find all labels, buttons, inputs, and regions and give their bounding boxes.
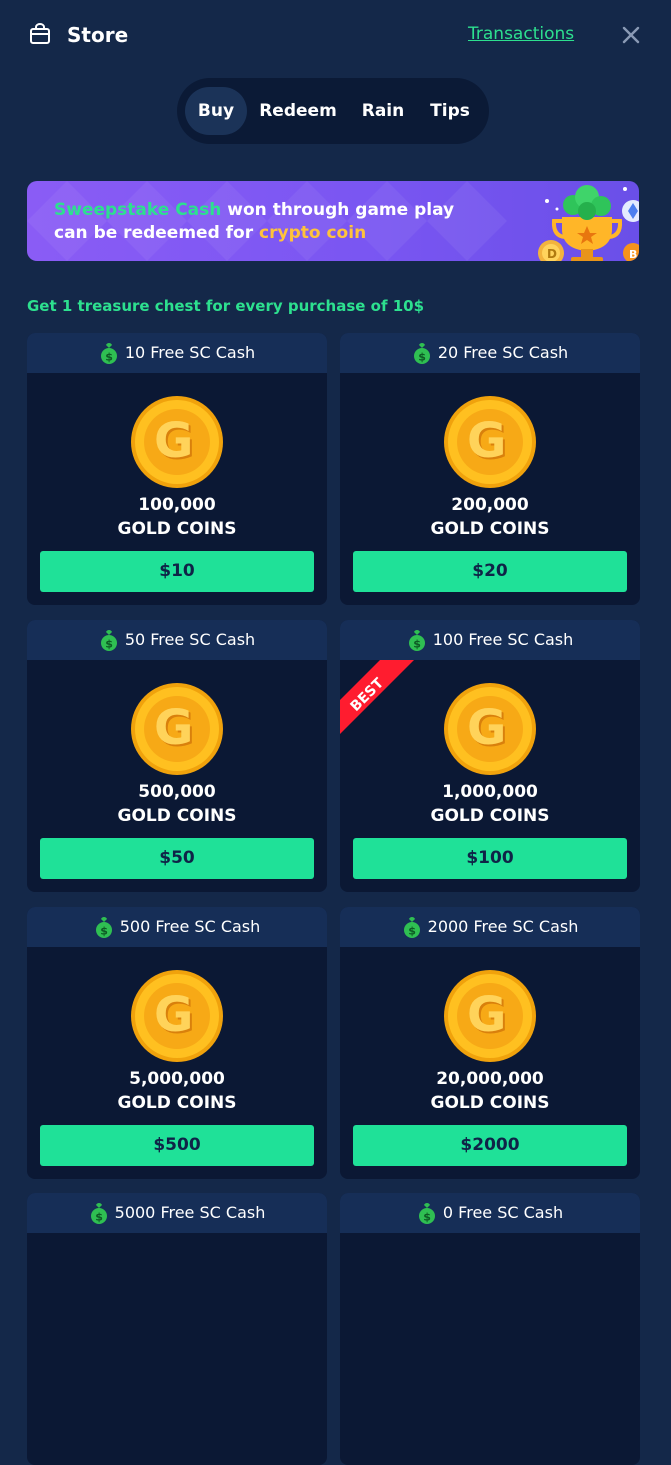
tab-redeem[interactable]: Redeem bbox=[253, 87, 343, 135]
package-coin-amount: 200,000 bbox=[451, 495, 529, 515]
package-coin-unit: GOLD COINS bbox=[117, 806, 237, 826]
package-coin-amount: 20,000,000 bbox=[436, 1069, 544, 1089]
svg-text:$: $ bbox=[105, 638, 113, 651]
tab-rain[interactable]: Rain bbox=[353, 87, 413, 135]
package-card: $500 Free SC Cash G G 5,000,000 GOLD COINS $5… bbox=[27, 907, 327, 1179]
cash-bag-icon: $ bbox=[418, 1203, 435, 1224]
buy-package-button[interactable]: $20 bbox=[353, 551, 627, 592]
package-coin-unit: GOLD COINS bbox=[430, 806, 550, 826]
banner-text-2: can be redeemed for bbox=[54, 223, 260, 243]
svg-text:B: B bbox=[629, 248, 637, 261]
gold-coin-icon: GG bbox=[444, 683, 536, 775]
cash-bag-icon: $ bbox=[90, 1203, 107, 1224]
promo-banner: Sweepstake Cash won through game play ca… bbox=[27, 181, 639, 261]
close-icon[interactable] bbox=[619, 23, 643, 47]
transactions-link[interactable]: Transactions bbox=[468, 23, 574, 45]
package-card-header: $100 Free SC Cash bbox=[340, 620, 640, 660]
package-card-header: $20 Free SC Cash bbox=[340, 333, 640, 373]
package-card-header: $5000 Free SC Cash bbox=[27, 1193, 327, 1233]
package-card-header: $10 Free SC Cash bbox=[27, 333, 327, 373]
svg-text:$: $ bbox=[418, 351, 426, 364]
store-header: Store Transactions bbox=[0, 0, 671, 70]
svg-text:G: G bbox=[154, 987, 193, 1043]
package-card: $0 Free SC Cash bbox=[340, 1193, 640, 1465]
cash-bag-icon: $ bbox=[95, 917, 112, 938]
tab-tips[interactable]: Tips bbox=[421, 87, 479, 135]
shopping-bag-icon bbox=[30, 23, 50, 44]
package-card: $10 Free SC Cash G G 100,000 GOLD COINS $10 bbox=[27, 333, 327, 605]
package-bonus-label: 500 Free SC Cash bbox=[119, 917, 261, 936]
buy-package-button[interactable]: $100 bbox=[353, 838, 627, 879]
svg-text:$: $ bbox=[95, 1211, 103, 1224]
package-card-header: $50 Free SC Cash bbox=[27, 620, 327, 660]
svg-text:$: $ bbox=[105, 351, 113, 364]
package-coin-unit: GOLD COINS bbox=[117, 1093, 237, 1113]
package-card-header: $0 Free SC Cash bbox=[340, 1193, 640, 1233]
package-bonus-label: 100 Free SC Cash bbox=[432, 630, 574, 649]
gold-coin-icon: GG bbox=[444, 396, 536, 488]
package-coin-amount: 100,000 bbox=[138, 495, 216, 515]
cash-bag-icon: $ bbox=[403, 917, 420, 938]
package-coin-amount: 5,000,000 bbox=[129, 1069, 225, 1089]
package-coin-unit: GOLD COINS bbox=[117, 519, 237, 539]
package-card-header: $500 Free SC Cash bbox=[27, 907, 327, 947]
package-coin-amount: 500,000 bbox=[138, 782, 216, 802]
package-coin-amount: 1,000,000 bbox=[442, 782, 538, 802]
gold-coin-icon: GG bbox=[131, 683, 223, 775]
package-bonus-label: 2000 Free SC Cash bbox=[427, 917, 579, 936]
svg-text:G: G bbox=[467, 700, 506, 756]
gold-coin-icon: GG bbox=[444, 970, 536, 1062]
store-tabs: Buy Redeem Rain Tips bbox=[177, 78, 489, 144]
banner-highlight-sc: Sweepstake Cash bbox=[54, 200, 222, 220]
buy-package-button[interactable]: $10 bbox=[40, 551, 314, 592]
package-coin-unit: GOLD COINS bbox=[430, 1093, 550, 1113]
package-card: $5000 Free SC Cash bbox=[27, 1193, 327, 1465]
package-coin-unit: GOLD COINS bbox=[430, 519, 550, 539]
banner-highlight-crypto: crypto coin bbox=[259, 223, 367, 243]
gold-coin-icon: GG bbox=[131, 970, 223, 1062]
package-card: $2000 Free SC Cash G G 20,000,000 GOLD COINS… bbox=[340, 907, 640, 1179]
svg-text:D: D bbox=[547, 247, 557, 261]
page-title: Store bbox=[67, 23, 129, 47]
svg-text:G: G bbox=[467, 413, 506, 469]
buy-package-button[interactable]: $500 bbox=[40, 1125, 314, 1166]
buy-package-button[interactable]: $50 bbox=[40, 838, 314, 879]
banner-text-1: won through game play bbox=[221, 200, 455, 220]
svg-text:G: G bbox=[467, 987, 506, 1043]
trophy-icon: D B bbox=[538, 185, 639, 261]
package-bonus-label: 50 Free SC Cash bbox=[124, 630, 256, 649]
gold-coin-icon: GG bbox=[131, 396, 223, 488]
banner-text: Sweepstake Cash won through game play ca… bbox=[54, 199, 454, 245]
best-ribbon: BEST bbox=[340, 660, 414, 734]
cash-bag-icon: $ bbox=[408, 630, 425, 651]
package-card: $20 Free SC Cash G G 200,000 GOLD COINS $20 bbox=[340, 333, 640, 605]
svg-text:$: $ bbox=[423, 1211, 431, 1224]
package-card-header: $2000 Free SC Cash bbox=[340, 907, 640, 947]
svg-text:$: $ bbox=[413, 638, 421, 651]
treasure-chest-promo: Get 1 treasure chest for every purchase … bbox=[27, 297, 425, 315]
buy-package-button[interactable]: $2000 bbox=[353, 1125, 627, 1166]
svg-text:G: G bbox=[154, 413, 193, 469]
package-bonus-label: 0 Free SC Cash bbox=[442, 1203, 564, 1222]
package-card: $50 Free SC Cash G G 500,000 GOLD COINS $50 bbox=[27, 620, 327, 892]
cash-bag-icon: $ bbox=[100, 343, 117, 364]
package-card: $100 Free SC Cash G G 1,000,000 GOLD COINS $1… bbox=[340, 620, 640, 892]
package-bonus-label: 20 Free SC Cash bbox=[437, 343, 569, 362]
tab-buy[interactable]: Buy bbox=[185, 87, 247, 135]
svg-text:G: G bbox=[154, 700, 193, 756]
cash-bag-icon: $ bbox=[100, 630, 117, 651]
cash-bag-icon: $ bbox=[413, 343, 430, 364]
svg-text:$: $ bbox=[100, 925, 108, 938]
svg-text:$: $ bbox=[408, 925, 416, 938]
package-bonus-label: 5000 Free SC Cash bbox=[114, 1203, 266, 1222]
package-bonus-label: 10 Free SC Cash bbox=[124, 343, 256, 362]
